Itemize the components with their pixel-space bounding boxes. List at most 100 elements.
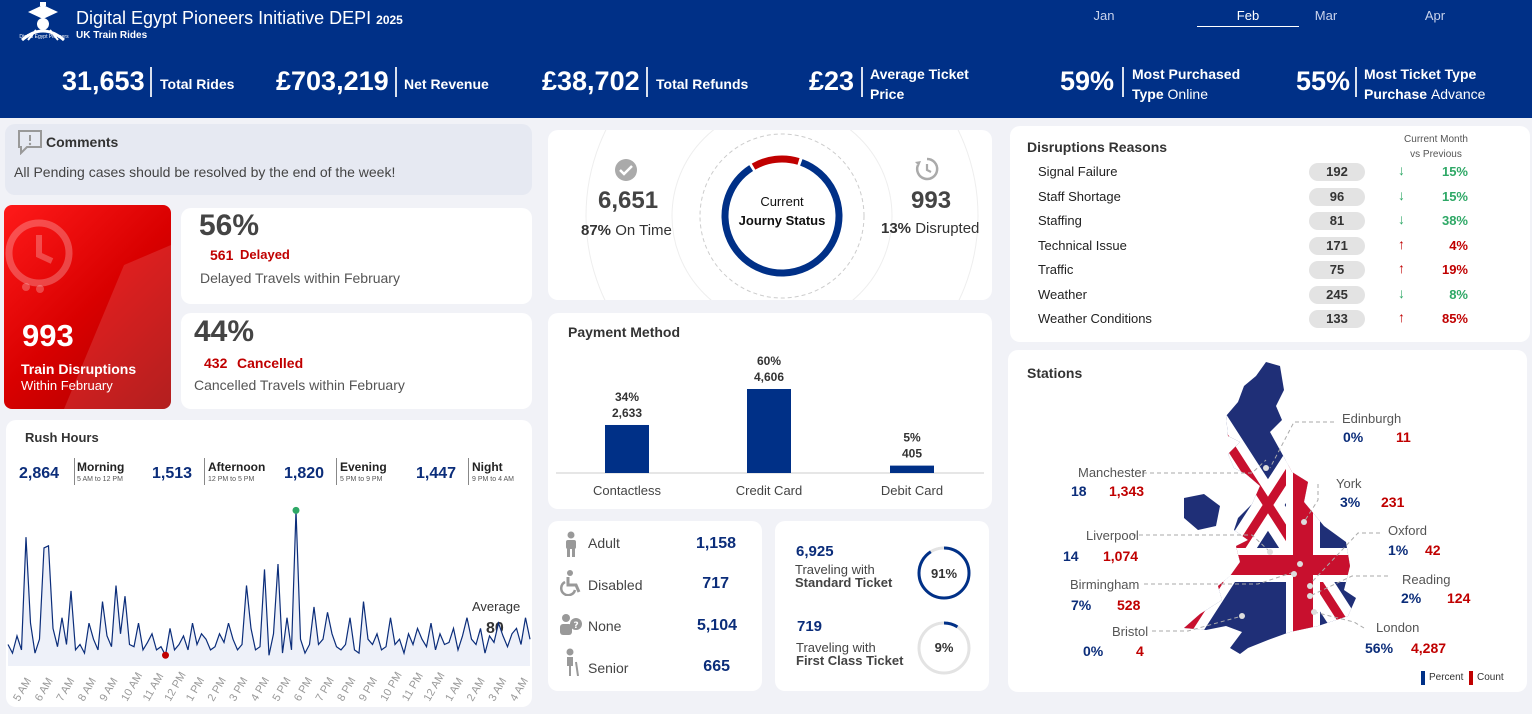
kpi-ticket-type-value: 55% xyxy=(1296,66,1351,96)
ticket-donuts xyxy=(917,546,971,675)
cancelled-count-label: Cancelled xyxy=(237,355,304,371)
on-time-label: On Time xyxy=(615,222,672,239)
arrow-down-icon: ↓ xyxy=(1398,162,1405,178)
rush-x-tick-label: 7 PM xyxy=(314,675,337,703)
disruption-reasons-title: Disruptions Reasons xyxy=(1027,139,1168,155)
disruption-count-pill: 96 xyxy=(1309,187,1365,206)
station-manchester-pct: 18 xyxy=(1071,483,1087,499)
station-liverpool-count: 1,074 xyxy=(1103,548,1139,564)
kpi-net-revenue-label: Net Revenue xyxy=(404,76,489,92)
disrupted-pct: 13% xyxy=(881,220,912,237)
passenger-types-card: Adult 1,158 Disabled 717 ? None 5,104 Se… xyxy=(548,521,762,691)
payment-bar-percent: 5% xyxy=(903,431,921,445)
rush-x-tick-label: 2 AM xyxy=(465,676,488,704)
rush-x-tick-label: 7 AM xyxy=(54,676,77,704)
payment-bar xyxy=(605,424,649,473)
clock-icon xyxy=(915,157,939,181)
month-tab-jan[interactable]: Jan xyxy=(1053,8,1155,23)
passenger-senior-value: 665 xyxy=(703,658,730,675)
arrow-down-icon: ↓ xyxy=(1398,186,1405,203)
disruptions-label: Train Disruptions xyxy=(21,361,137,377)
kpi-purchase-type-value: 59% xyxy=(1060,66,1115,96)
station-edinburgh-pct: 0% xyxy=(1343,429,1364,445)
delayed-count: 561 xyxy=(210,247,234,263)
station-london-name: London xyxy=(1376,620,1420,635)
station-reading-count: 124 xyxy=(1447,590,1471,606)
rush-x-tick-label: 3 PM xyxy=(227,675,250,703)
rush-hours-line-chart: 5 AM6 AM7 AM8 AM9 AM10 AM11 AM12 PM1 PM2… xyxy=(7,506,531,704)
cancelled-card: 44% 432 Cancelled Cancelled Travels with… xyxy=(181,313,532,409)
comments-card: Comments All Pending cases should be res… xyxy=(5,124,532,195)
journey-center-line2: Journy Status xyxy=(738,213,826,228)
svg-text:?: ? xyxy=(574,621,579,631)
kpi-total-rides-value: 31,653 xyxy=(62,66,145,96)
ticket-class-card: 6,925 Traveling with Standard Ticket 719 … xyxy=(775,521,989,691)
kpi-total-refunds-label: Total Refunds xyxy=(656,76,749,92)
delayed-percent: 56% xyxy=(199,209,260,242)
passenger-senior-label: Senior xyxy=(588,660,629,676)
header-bar: Digital Egypt Pioneers Digital Egypt Pio… xyxy=(0,0,1532,118)
rush-min-point xyxy=(162,651,169,659)
delayed-count-label: Delayed xyxy=(240,247,290,262)
disruption-change: 38% xyxy=(1441,213,1468,228)
station-york-pct: 3% xyxy=(1340,494,1361,510)
rush-line xyxy=(7,510,531,658)
payment-category-label: Contactless xyxy=(593,483,661,498)
app-title: Digital Egypt Pioneers Initiative DEPI xyxy=(76,8,372,28)
cancelled-percent: 44% xyxy=(194,315,255,348)
legend-percent-swatch xyxy=(1421,671,1425,685)
payment-bar-value: 405 xyxy=(902,447,922,461)
on-time-value: 6,651 xyxy=(598,187,659,214)
logo-caption: Digital Egypt Pioneers xyxy=(19,34,69,40)
kpi-divider xyxy=(1355,67,1357,97)
uk-flag-map xyxy=(1132,362,1388,654)
station-oxford-pct: 1% xyxy=(1388,542,1409,558)
rush-x-tick-label: 3 AM xyxy=(486,676,509,704)
passenger-none-value: 5,104 xyxy=(696,617,737,634)
station-oxford-count: 42 xyxy=(1425,542,1441,558)
payment-bar-value: 2,633 xyxy=(612,406,642,420)
cancelled-count: 432 xyxy=(204,355,228,371)
disruption-reasons-card: Disruptions Reasons Current Month vs Prev… xyxy=(1010,126,1530,342)
station-edinburgh-name: Edinburgh xyxy=(1342,411,1402,426)
rush-x-tick-label: 4 PM xyxy=(249,675,272,703)
delayed-desc: Delayed Travels within February xyxy=(200,270,400,286)
kpi-divider xyxy=(395,67,397,97)
disruption-change: 4% xyxy=(1449,237,1468,253)
payment-bar-percent: 34% xyxy=(615,390,639,404)
arrow-down-icon: ↓ xyxy=(1398,284,1405,301)
passenger-disabled-label: Disabled xyxy=(588,577,643,593)
person-icon xyxy=(566,531,576,557)
station-york-name: York xyxy=(1336,476,1362,491)
station-london-count: 4,287 xyxy=(1411,640,1447,656)
rush-x-tick-label: 2 PM xyxy=(206,675,229,703)
comments-text: All Pending cases should be resolved by … xyxy=(14,164,396,180)
station-york-count: 231 xyxy=(1381,494,1405,510)
rush-x-tick-label: 5 AM xyxy=(11,676,34,704)
arrow-up-icon: ↑ xyxy=(1398,235,1405,252)
station-bristol-pct: 0% xyxy=(1083,643,1104,659)
station-reading-name: Reading xyxy=(1402,572,1451,587)
payment-category-label: Credit Card xyxy=(736,483,802,498)
journey-center-line1: Current xyxy=(760,194,804,209)
kpi-divider xyxy=(646,67,648,97)
month-tab-apr[interactable]: Apr xyxy=(1384,8,1486,23)
station-liverpool-name: Liverpool xyxy=(1086,528,1139,543)
disruption-count-pill: 171 xyxy=(1309,236,1365,255)
disruptions-value: 993 xyxy=(22,318,74,353)
disruption-change: 15% xyxy=(1441,188,1468,204)
month-tab-mar[interactable]: Mar xyxy=(1275,8,1377,23)
passenger-none-label: None xyxy=(588,618,622,634)
disruption-reason-label: Staff Shortage xyxy=(1038,188,1121,204)
station-london-pct: 56% xyxy=(1365,640,1394,656)
payment-bar-chart: 34% 2,633 Contactless 60% 4,606 Credit Card 5%… xyxy=(556,354,984,498)
legend-count-swatch xyxy=(1469,671,1473,685)
disruption-reason-label: Weather Conditions xyxy=(1038,311,1152,326)
kpi-total-rides-label: Total Rides xyxy=(160,76,235,92)
cancelled-desc: Cancelled Travels within February xyxy=(194,377,405,393)
legend-count-label: Count xyxy=(1477,672,1504,683)
stations-card: Stations Edinburgh 0% 11 Manchester 18 1… xyxy=(1008,350,1527,692)
arrow-up-icon: ↑ xyxy=(1398,309,1405,325)
passenger-adult-label: Adult xyxy=(588,535,620,551)
passenger-disabled-value: 717 xyxy=(702,575,729,592)
